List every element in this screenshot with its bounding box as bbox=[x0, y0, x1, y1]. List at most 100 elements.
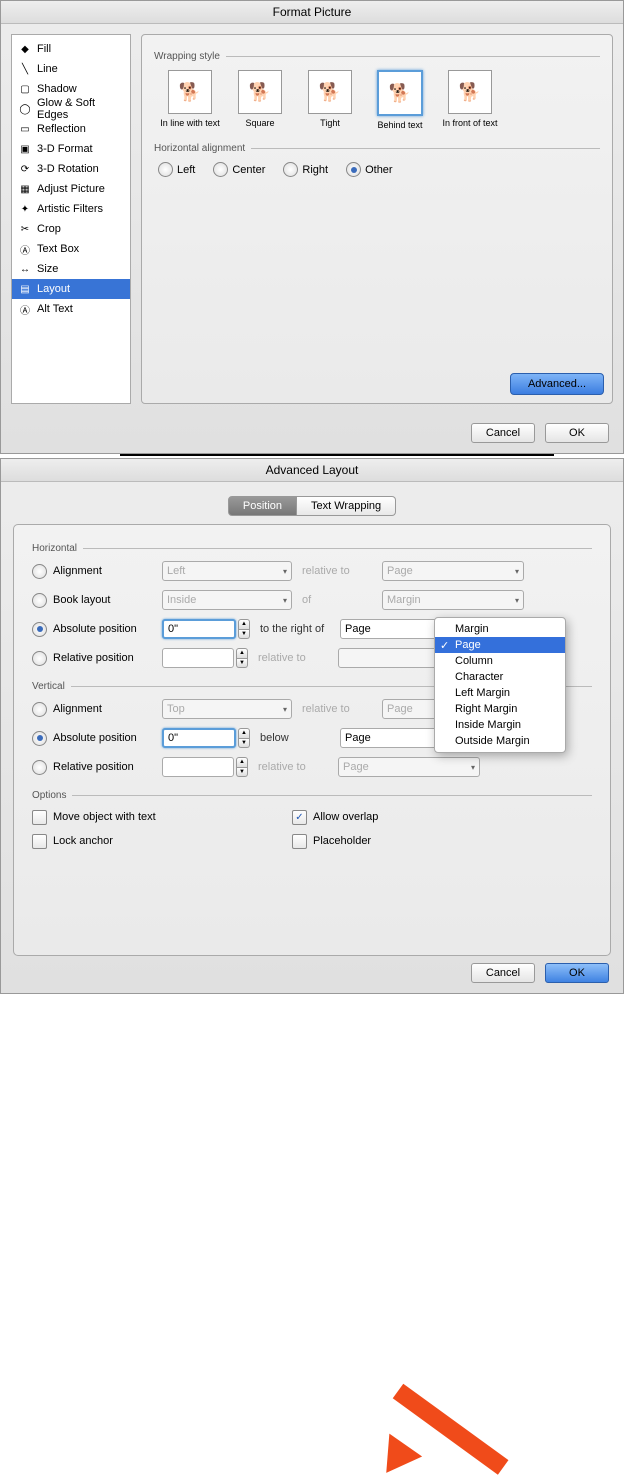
stepper-up-icon[interactable]: ▲ bbox=[238, 728, 250, 739]
dropdown-item-left-margin[interactable]: Left Margin bbox=[435, 685, 565, 701]
wrap-option-in-front-of-text[interactable]: 🐕In front of text bbox=[440, 70, 500, 131]
stepper-down-icon[interactable]: ▼ bbox=[238, 630, 250, 640]
sidebar-item-glow-soft-edges[interactable]: ◯Glow & Soft Edges bbox=[12, 99, 130, 119]
tab-position[interactable]: Position bbox=[228, 496, 297, 516]
sidebar-item-label: Line bbox=[37, 63, 58, 75]
category-icon: Ⓐ bbox=[18, 302, 32, 316]
relative-to-combo[interactable]: Margin▾ bbox=[382, 590, 524, 610]
sidebar-item-fill[interactable]: ◆Fill bbox=[12, 39, 130, 59]
halign-radio-right[interactable]: Right bbox=[283, 162, 328, 177]
sidebar-item-3-d-rotation[interactable]: ⟳3-D Rotation bbox=[12, 159, 130, 179]
sidebar-item-label: Artistic Filters bbox=[37, 203, 103, 215]
tab-text-wrapping[interactable]: Text Wrapping bbox=[297, 496, 396, 516]
cancel-button[interactable]: Cancel bbox=[471, 423, 535, 443]
wrap-option-label: Behind text bbox=[370, 120, 430, 131]
sidebar-item-artistic-filters[interactable]: ✦Artistic Filters bbox=[12, 199, 130, 219]
cancel-button[interactable]: Cancel bbox=[471, 963, 535, 983]
sidebar-item-label: Glow & Soft Edges bbox=[37, 97, 124, 121]
position-value-input[interactable]: 0" bbox=[162, 619, 236, 639]
relation-label: of bbox=[302, 594, 382, 606]
row-label: Alignment bbox=[53, 703, 102, 715]
radio-icon[interactable] bbox=[32, 622, 47, 637]
option-lock-anchor[interactable]: Lock anchor bbox=[32, 829, 292, 853]
position-value-input[interactable]: 0" bbox=[162, 728, 236, 748]
option-placeholder[interactable]: Placeholder bbox=[292, 829, 552, 853]
relative-to-combo[interactable]: Page▾ bbox=[382, 561, 524, 581]
stepper-down-icon[interactable]: ▼ bbox=[236, 659, 248, 669]
dropdown-item-margin[interactable]: Margin bbox=[435, 621, 565, 637]
sidebar-item-adjust-picture[interactable]: ▦Adjust Picture bbox=[12, 179, 130, 199]
option-move-object-with-text[interactable]: Move object with text bbox=[32, 805, 292, 829]
stepper[interactable]: ▲▼ bbox=[238, 728, 250, 748]
sidebar-item-crop[interactable]: ✂Crop bbox=[12, 219, 130, 239]
sidebar-item-3-d-format[interactable]: ▣3-D Format bbox=[12, 139, 130, 159]
stepper-down-icon[interactable]: ▼ bbox=[238, 739, 250, 749]
position-value-input[interactable] bbox=[162, 757, 234, 777]
checkbox-label: Placeholder bbox=[313, 835, 371, 847]
sidebar-item-line[interactable]: ╲Line bbox=[12, 59, 130, 79]
sidebar-item-shadow[interactable]: ▢Shadow bbox=[12, 79, 130, 99]
advanced-layout-dialog: Advanced Layout PositionText Wrapping Ho… bbox=[0, 458, 624, 994]
wrap-option-label: In line with text bbox=[160, 118, 220, 129]
halign-radio-center[interactable]: Center bbox=[213, 162, 265, 177]
halign-radio-left[interactable]: Left bbox=[158, 162, 195, 177]
relative-to-combo[interactable]: Page▾ bbox=[338, 757, 480, 777]
dropdown-item-inside-margin[interactable]: Inside Margin bbox=[435, 717, 565, 733]
category-icon: ↔ bbox=[18, 262, 32, 276]
stepper-up-icon[interactable]: ▲ bbox=[236, 648, 248, 659]
halign-radio-other[interactable]: Other bbox=[346, 162, 393, 177]
dialog-title: Advanced Layout bbox=[1, 459, 623, 482]
category-icon: ✂ bbox=[18, 222, 32, 236]
position-value-input[interactable] bbox=[162, 648, 234, 668]
relation-label: relative to bbox=[302, 703, 382, 715]
stepper[interactable]: ▲▼ bbox=[236, 757, 248, 777]
row-label: Absolute position bbox=[53, 732, 137, 744]
dialog-title: Format Picture bbox=[1, 1, 623, 24]
sidebar-item-size[interactable]: ↔Size bbox=[12, 259, 130, 279]
option-allow-overlap[interactable]: ✓Allow overlap bbox=[292, 805, 552, 829]
radio-icon[interactable] bbox=[32, 760, 47, 775]
value-combo[interactable]: Left▾ bbox=[162, 561, 292, 581]
radio-icon[interactable] bbox=[32, 731, 47, 746]
dropdown-item-column[interactable]: Column bbox=[435, 653, 565, 669]
advanced-button[interactable]: Advanced... bbox=[510, 373, 604, 395]
radio-label: Right bbox=[302, 164, 328, 176]
wrapping-style-header: Wrapping style bbox=[154, 51, 600, 62]
checkbox-label: Move object with text bbox=[53, 811, 156, 823]
value-combo[interactable]: Top▾ bbox=[162, 699, 292, 719]
dropdown-item-page[interactable]: Page bbox=[435, 637, 565, 653]
sidebar-item-alt-text[interactable]: Ⓐ Alt Text bbox=[12, 299, 130, 319]
sidebar-item-reflection[interactable]: ▭Reflection bbox=[12, 119, 130, 139]
sidebar-item-label: Alt Text bbox=[37, 303, 73, 315]
layout-panel: Wrapping style 🐕In line with text🐕Square… bbox=[141, 34, 613, 404]
stepper-up-icon[interactable]: ▲ bbox=[238, 619, 250, 630]
category-icon: ▣ bbox=[18, 142, 32, 156]
dropdown-item-outside-margin[interactable]: Outside Margin bbox=[435, 733, 565, 749]
category-sidebar: ◆Fill╲Line▢Shadow◯Glow & Soft Edges▭Refl… bbox=[11, 34, 131, 404]
stepper-up-icon[interactable]: ▲ bbox=[236, 757, 248, 768]
dropdown-item-character[interactable]: Character bbox=[435, 669, 565, 685]
position-row: Book layoutInside▾ofMargin▾ bbox=[32, 587, 592, 613]
radio-icon[interactable] bbox=[32, 593, 47, 608]
stepper[interactable]: ▲▼ bbox=[238, 619, 250, 639]
sidebar-item-layout[interactable]: ▤Layout bbox=[12, 279, 130, 299]
wrap-option-behind-text[interactable]: 🐕Behind text bbox=[370, 70, 430, 131]
relative-to-dropdown[interactable]: MarginPageColumnCharacterLeft MarginRigh… bbox=[434, 617, 566, 753]
radio-icon[interactable] bbox=[32, 651, 47, 666]
wrap-option-square[interactable]: 🐕Square bbox=[230, 70, 290, 131]
radio-icon[interactable] bbox=[32, 702, 47, 717]
dropdown-item-right-margin[interactable]: Right Margin bbox=[435, 701, 565, 717]
ok-button[interactable]: OK bbox=[545, 963, 609, 983]
value-combo[interactable]: Inside▾ bbox=[162, 590, 292, 610]
ok-button[interactable]: OK bbox=[545, 423, 609, 443]
wrap-option-tight[interactable]: 🐕Tight bbox=[300, 70, 360, 131]
sidebar-item-text-box[interactable]: ⒶText Box bbox=[12, 239, 130, 259]
wrap-option-in-line-with-text[interactable]: 🐕In line with text bbox=[160, 70, 220, 131]
checkbox-label: Lock anchor bbox=[53, 835, 113, 847]
row-label: Absolute position bbox=[53, 623, 137, 635]
stepper-down-icon[interactable]: ▼ bbox=[236, 768, 248, 778]
checkbox-icon bbox=[292, 834, 307, 849]
sidebar-item-label: Text Box bbox=[37, 243, 79, 255]
stepper[interactable]: ▲▼ bbox=[236, 648, 248, 668]
radio-icon[interactable] bbox=[32, 564, 47, 579]
